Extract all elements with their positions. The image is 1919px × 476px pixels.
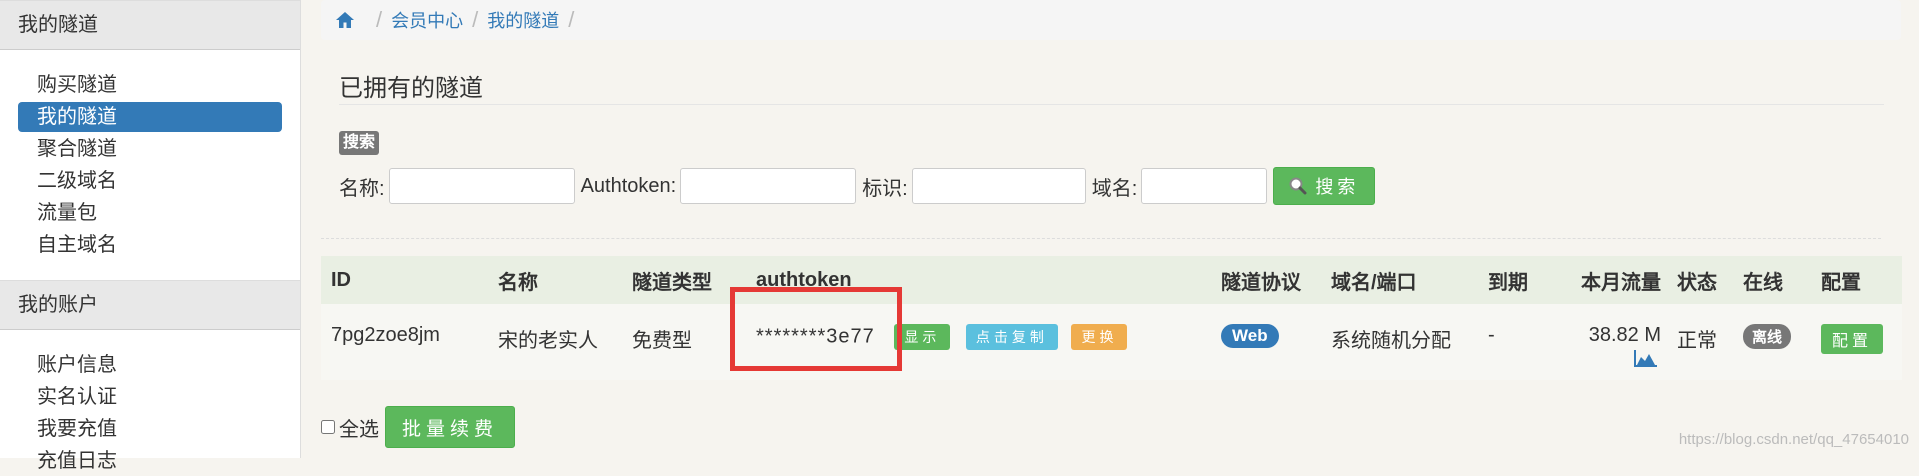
tunnel-domain: 系统随机分配 [1331, 330, 1451, 352]
tunnel-traffic: 38.82 M [1588, 324, 1661, 346]
tunnel-expire: - [1488, 324, 1495, 346]
sidebar-section-tunnels: 我的隧道 [0, 0, 300, 50]
header-traffic: 本月流量 [1581, 271, 1661, 294]
change-authtoken-button[interactable]: 更换 [1071, 324, 1128, 350]
tag-label: 标识: [862, 177, 908, 200]
name-input[interactable] [388, 168, 575, 204]
protocol-badge: Web [1221, 324, 1279, 348]
sidebar-item-aggregate-tunnel[interactable]: 聚合隧道 [18, 134, 282, 164]
sidebar-item-buy-tunnel[interactable]: 购买隧道 [18, 70, 282, 100]
header-online: 在线 [1743, 271, 1783, 294]
header-config: 配置 [1821, 271, 1861, 294]
header-status: 状态 [1677, 271, 1717, 294]
domain-label: 域名: [1091, 177, 1138, 200]
online-cell: 离线 [1733, 304, 1811, 349]
sidebar-item-my-tunnels[interactable]: 我的隧道 [18, 102, 282, 132]
config-cell: 配置 [1811, 304, 1902, 354]
sidebar-item-subdomain[interactable]: 二级域名 [18, 166, 282, 196]
name-label: 名称: [339, 177, 385, 200]
header-name: 名称 [498, 271, 538, 294]
header-id: ID [331, 268, 351, 291]
select-all-label[interactable]: 全选 [339, 413, 379, 442]
breadcrumb: / 会员中心 / 我的隧道 / [321, 0, 1901, 40]
title-divider [339, 104, 1884, 105]
page-title: 已拥有的隧道 [339, 75, 483, 102]
sidebar: 我的隧道 购买隧道 我的隧道 聚合隧道 二级域名 流量包 自主域名 我的账户 账… [0, 0, 301, 472]
show-authtoken-button[interactable]: 显示 [894, 324, 951, 350]
sidebar-item-custom-domain[interactable]: 自主域名 [18, 230, 282, 260]
area-chart-icon[interactable] [1634, 349, 1658, 367]
tunnel-id: 7pg2zoe8jm [331, 324, 440, 346]
sidebar-account-menu: 账户信息 实名认证 我要充值 充值日志 [0, 330, 300, 476]
search-button-label: 搜索 [1315, 177, 1360, 197]
search-button[interactable]: 搜索 [1273, 167, 1376, 205]
breadcrumb-separator: / [472, 7, 479, 32]
breadcrumb-my-tunnels[interactable]: 我的隧道 [487, 7, 559, 33]
sidebar-item-recharge-log[interactable]: 充值日志 [18, 446, 282, 476]
highlight-annotation-box [730, 287, 902, 371]
breadcrumb-member-center[interactable]: 会员中心 [391, 7, 463, 33]
sidebar-section-account: 我的账户 [0, 280, 300, 330]
config-button[interactable]: 配置 [1821, 324, 1884, 354]
header-domain: 域名/端口 [1331, 271, 1417, 294]
search-badge: 搜索 [339, 131, 380, 155]
sidebar-item-recharge[interactable]: 我要充值 [18, 414, 282, 444]
home-icon[interactable] [335, 10, 355, 30]
header-protocol: 隧道协议 [1221, 271, 1301, 294]
sidebar-item-verification[interactable]: 实名认证 [18, 382, 282, 412]
domain-input[interactable] [1141, 168, 1268, 204]
select-all-checkbox[interactable] [321, 420, 335, 434]
authtoken-label: Authtoken: [580, 174, 677, 197]
bulk-actions: 全选 批量续费 [321, 406, 516, 448]
authtoken-input[interactable] [680, 168, 857, 204]
sidebar-tunnel-menu: 购买隧道 我的隧道 聚合隧道 二级域名 流量包 自主域名 [0, 50, 300, 280]
table-row: 7pg2zoe8jm 宋的老实人 免费型 ********3e77 显示 点击复… [321, 304, 1902, 380]
protocol-cell: Web [1211, 304, 1321, 348]
watermark: https://blog.csdn.net/qq_47654010 [1678, 431, 1909, 448]
online-status-badge: 离线 [1743, 324, 1792, 349]
header-type: 隧道类型 [632, 271, 712, 294]
table-header: ID 名称 隧道类型 authtoken 隧道协议 域名/端口 到期 本月流量 … [321, 256, 1902, 304]
copy-authtoken-button[interactable]: 点击复制 [965, 324, 1058, 350]
sidebar-item-traffic-pack[interactable]: 流量包 [18, 198, 282, 228]
bulk-renew-button[interactable]: 批量续费 [385, 406, 516, 448]
breadcrumb-separator: / [376, 7, 383, 32]
tunnel-name: 宋的老实人 [498, 330, 598, 352]
header-expire: 到期 [1488, 271, 1528, 294]
search-icon [1289, 177, 1307, 195]
breadcrumb-separator: / [568, 7, 575, 32]
tag-input[interactable] [911, 168, 1086, 204]
tunnel-status: 正常 [1677, 330, 1717, 352]
tunnel-type: 免费型 [632, 330, 692, 352]
tunnel-table: ID 名称 隧道类型 authtoken 隧道协议 域名/端口 到期 本月流量 … [321, 256, 1902, 380]
sidebar-item-account-info[interactable]: 账户信息 [18, 350, 282, 380]
search-form: 名称: Authtoken: 标识: 域名: 搜索 [339, 166, 1376, 206]
search-divider [321, 238, 1881, 239]
